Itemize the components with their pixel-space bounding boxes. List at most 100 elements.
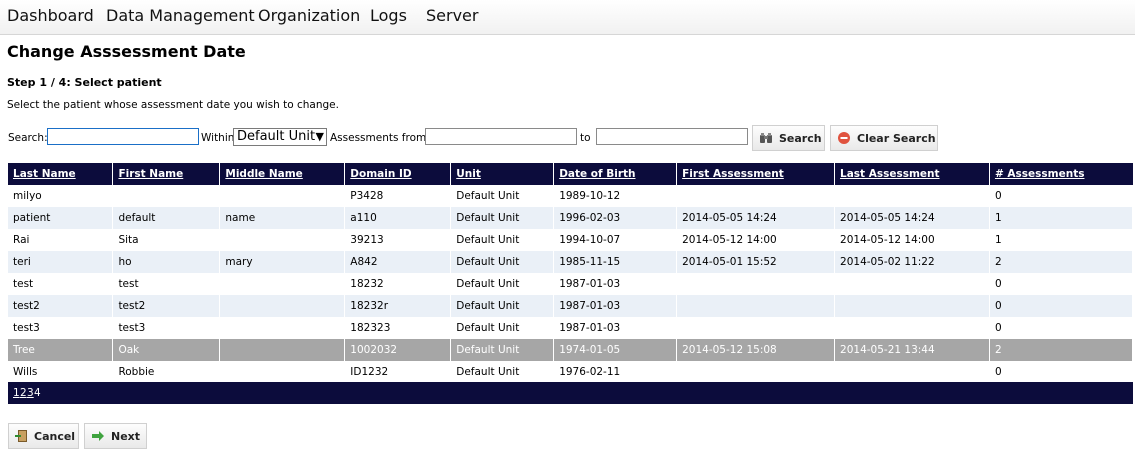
table-cell bbox=[112, 185, 221, 207]
table-cell: ho bbox=[112, 251, 221, 273]
table-cell: test bbox=[8, 273, 114, 295]
table-row[interactable]: Rai Sita 39213 Default Unit 1994-10-07 2014-0… bbox=[8, 229, 1134, 251]
page-link-3[interactable]: 3 bbox=[27, 387, 34, 399]
table-cell bbox=[219, 295, 346, 317]
clear-search-label: Clear Search bbox=[857, 132, 936, 145]
table-cell bbox=[834, 295, 990, 317]
nav-dashboard[interactable]: Dashboard bbox=[7, 6, 94, 25]
table-cell: teri bbox=[8, 251, 114, 273]
next-button[interactable]: Next bbox=[84, 423, 147, 449]
clear-search-button[interactable]: Clear Search bbox=[830, 125, 938, 151]
table-row[interactable]: test test 18232 Default Unit 1987-01-03 0 bbox=[8, 273, 1134, 295]
column-header-first-assessment[interactable]: First Assessment bbox=[676, 163, 836, 185]
table-cell: name bbox=[219, 207, 346, 229]
table-cell: 18232 bbox=[344, 273, 452, 295]
table-cell: 1987-01-03 bbox=[553, 317, 678, 339]
table-cell: Default Unit bbox=[450, 295, 555, 317]
pagination-bar: 1 2 3 4 bbox=[8, 382, 1133, 404]
table-cell: test bbox=[112, 273, 221, 295]
table-cell: 18232r bbox=[344, 295, 452, 317]
table-cell: Tree bbox=[8, 339, 114, 361]
table-cell: Default Unit bbox=[450, 361, 555, 383]
top-navigation: Dashboard Data Management Organization L… bbox=[0, 0, 1135, 35]
table-cell: 1994-10-07 bbox=[553, 229, 678, 251]
table-cell: 0 bbox=[989, 273, 1134, 295]
table-cell: test2 bbox=[8, 295, 114, 317]
table-cell bbox=[219, 185, 346, 207]
table-cell bbox=[834, 317, 990, 339]
table-cell: Default Unit bbox=[450, 185, 555, 207]
table-cell bbox=[834, 361, 990, 383]
table-cell: test3 bbox=[112, 317, 221, 339]
table-row[interactable]: teri ho mary A842 Default Unit 1985-11-15 2014… bbox=[8, 251, 1134, 273]
table-cell: 1974-01-05 bbox=[553, 339, 678, 361]
arrow-right-icon bbox=[92, 431, 104, 441]
table-cell: Default Unit bbox=[450, 229, 555, 251]
date-to-label: to bbox=[580, 132, 591, 144]
table-cell: test2 bbox=[112, 295, 221, 317]
column-header-middle-name[interactable]: Middle Name bbox=[219, 163, 346, 185]
table-cell: Robbie bbox=[112, 361, 221, 383]
table-cell: 39213 bbox=[344, 229, 452, 251]
table-row[interactable]: test3 test3 182323 Default Unit 1987-01-03 0 bbox=[8, 317, 1134, 339]
search-button[interactable]: Search bbox=[752, 125, 825, 151]
column-header-assessment-count[interactable]: # Assessments bbox=[989, 163, 1133, 185]
unit-select-value: Default Unit bbox=[237, 129, 316, 144]
column-header-last-name[interactable]: Last Name bbox=[8, 163, 114, 185]
table-cell: Default Unit bbox=[450, 339, 555, 361]
date-from-input[interactable] bbox=[425, 128, 577, 145]
search-input[interactable] bbox=[47, 128, 199, 145]
page-link-1[interactable]: 1 bbox=[13, 387, 20, 399]
table-cell bbox=[676, 317, 836, 339]
column-header-date-of-birth[interactable]: Date of Birth bbox=[553, 163, 678, 185]
table-row[interactable]: patient default name a110 Default Unit 1996-0… bbox=[8, 207, 1134, 229]
table-cell: 2 bbox=[989, 339, 1134, 361]
table-cell bbox=[676, 273, 836, 295]
table-cell: 1 bbox=[989, 207, 1134, 229]
exit-door-icon bbox=[15, 430, 27, 442]
table-cell: 1987-01-03 bbox=[553, 273, 678, 295]
table-cell: 2014-05-12 14:00 bbox=[834, 229, 990, 251]
table-cell: Wills bbox=[8, 361, 114, 383]
binoculars-icon bbox=[760, 133, 772, 143]
column-header-unit[interactable]: Unit bbox=[450, 163, 555, 185]
nav-logs[interactable]: Logs bbox=[370, 6, 407, 25]
date-to-input[interactable] bbox=[596, 128, 748, 145]
table-cell bbox=[219, 317, 346, 339]
unit-select[interactable]: Default Unit ▼ bbox=[233, 128, 327, 146]
table-cell: Sita bbox=[112, 229, 221, 251]
column-header-last-assessment[interactable]: Last Assessment bbox=[834, 163, 990, 185]
table-cell: 2014-05-05 14:24 bbox=[834, 207, 990, 229]
table-row[interactable]: test2 test2 18232r Default Unit 1987-01-03 0 bbox=[8, 295, 1134, 317]
table-row[interactable]: Wills Robbie ID1232 Default Unit 1976-02-11 0 bbox=[8, 361, 1134, 383]
table-row-selected[interactable]: Tree Oak 1002032 Default Unit 1974-01-05 2014… bbox=[8, 339, 1134, 361]
step-indicator: Step 1 / 4: Select patient bbox=[7, 76, 162, 89]
table-cell: 1985-11-15 bbox=[553, 251, 678, 273]
nav-server[interactable]: Server bbox=[426, 6, 478, 25]
table-cell: Default Unit bbox=[450, 273, 555, 295]
table-cell: 2014-05-01 15:52 bbox=[676, 251, 836, 273]
table-cell: Oak bbox=[112, 339, 221, 361]
table-cell: mary bbox=[219, 251, 346, 273]
nav-data-management[interactable]: Data Management bbox=[106, 6, 255, 25]
next-button-label: Next bbox=[111, 430, 141, 443]
table-row[interactable]: milyo P3428 Default Unit 1989-10-12 0 bbox=[8, 185, 1134, 207]
table-cell: P3428 bbox=[344, 185, 452, 207]
column-header-domain-id[interactable]: Domain ID bbox=[344, 163, 452, 185]
search-button-label: Search bbox=[779, 132, 822, 145]
nav-organization[interactable]: Organization bbox=[258, 6, 360, 25]
table-cell: 2014-05-02 11:22 bbox=[834, 251, 990, 273]
table-cell: 0 bbox=[989, 361, 1134, 383]
table-cell: a110 bbox=[344, 207, 452, 229]
column-header-first-name[interactable]: First Name bbox=[112, 163, 221, 185]
table-cell: test3 bbox=[8, 317, 114, 339]
table-cell: 0 bbox=[989, 295, 1134, 317]
table-cell bbox=[676, 295, 836, 317]
table-cell: 1989-10-12 bbox=[553, 185, 678, 207]
page-link-2[interactable]: 2 bbox=[20, 387, 27, 399]
page-title: Change Asssessment Date bbox=[7, 42, 246, 61]
table-cell bbox=[219, 339, 346, 361]
patients-table: Last Name First Name Middle Name Domain … bbox=[8, 163, 1134, 383]
cancel-button[interactable]: Cancel bbox=[8, 423, 79, 449]
table-cell: Default Unit bbox=[450, 251, 555, 273]
